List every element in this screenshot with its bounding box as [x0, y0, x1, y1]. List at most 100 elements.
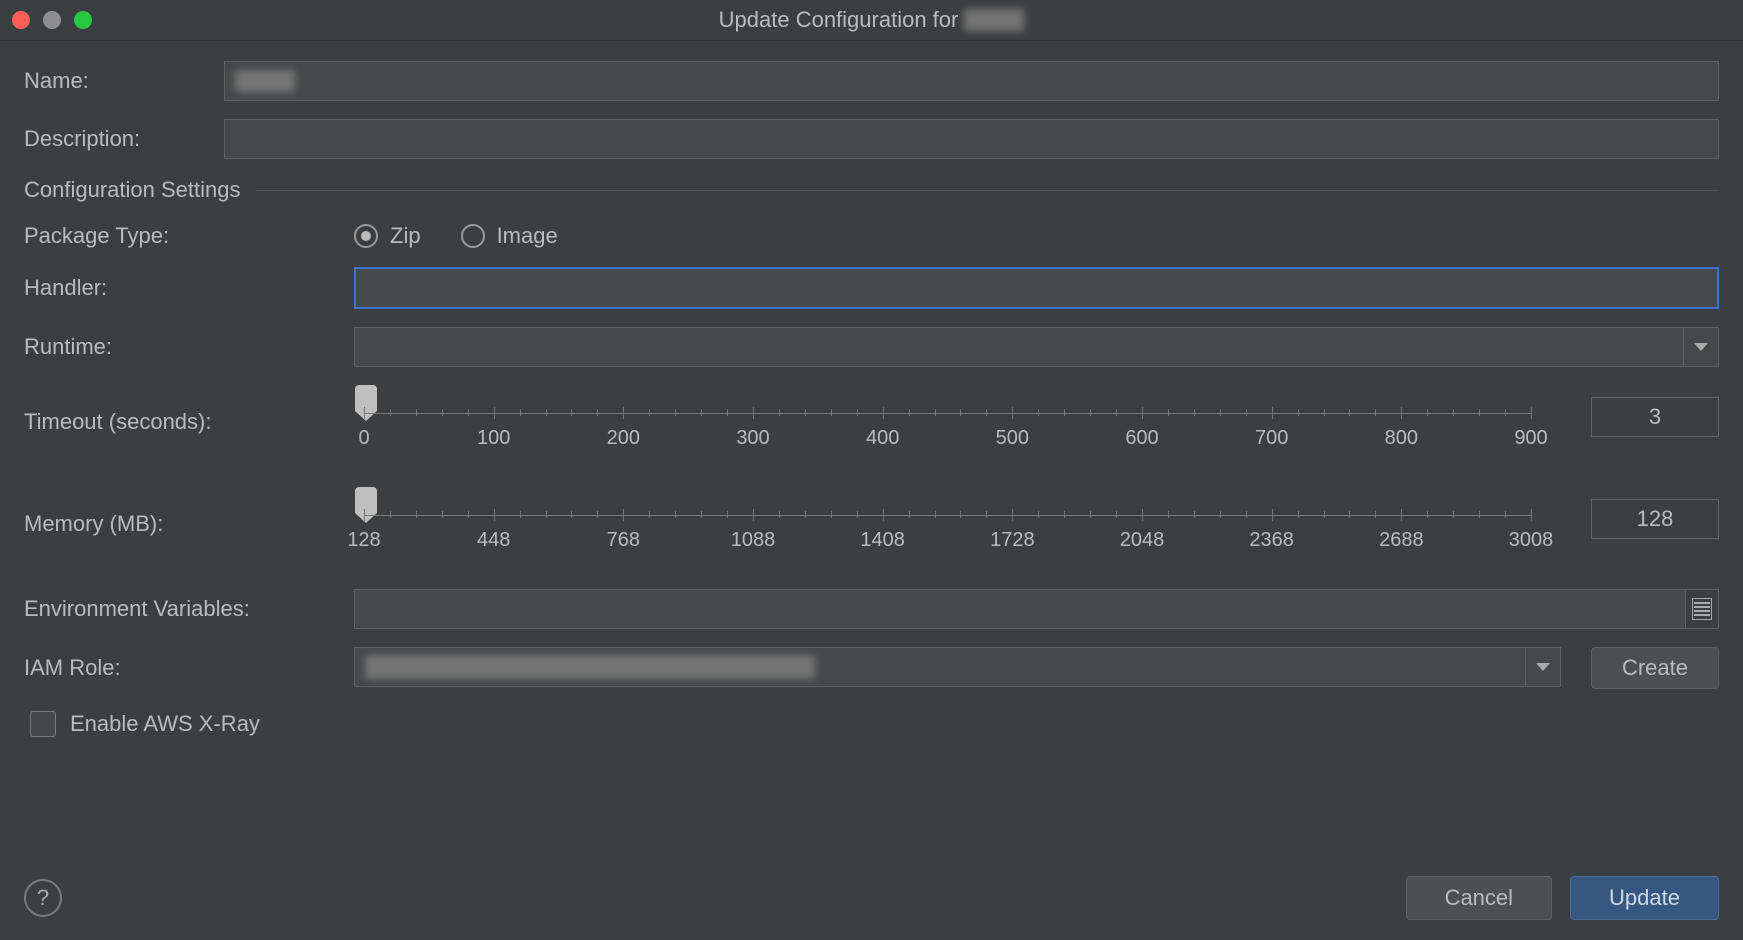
runtime-dropdown-button[interactable]	[1683, 328, 1718, 366]
iam-role-row: IAM Role: Create	[24, 647, 1719, 689]
slider-tick-minor	[520, 511, 521, 518]
slider-tick-minor	[442, 409, 443, 416]
slider-tick-label: 128	[347, 529, 380, 552]
slider-tick-major	[1272, 509, 1273, 521]
env-vars-label: Environment Variables:	[24, 596, 354, 622]
slider-tick-minor	[571, 511, 572, 518]
create-iam-role-button[interactable]: Create	[1591, 647, 1719, 689]
slider-tick-label: 2368	[1249, 529, 1294, 552]
package-type-image-option[interactable]: Image	[461, 223, 558, 249]
xray-row: Enable AWS X-Ray	[30, 711, 1719, 737]
slider-tick-major	[1401, 509, 1402, 521]
slider-tick-label: 800	[1385, 427, 1418, 450]
chevron-down-icon	[1536, 663, 1550, 671]
help-icon: ?	[37, 885, 49, 911]
window-title-target	[964, 9, 1024, 31]
slider-tick-major	[1401, 407, 1402, 419]
help-button[interactable]: ?	[24, 879, 62, 917]
window-zoom-button[interactable]	[74, 11, 92, 29]
update-button-label: Update	[1609, 885, 1680, 911]
window-close-button[interactable]	[12, 11, 30, 29]
slider-tick-minor	[831, 409, 832, 416]
timeout-value: 3	[1649, 404, 1661, 430]
timeout-slider[interactable]: 0100200300400500600700800900	[354, 385, 1541, 459]
configuration-settings-title: Configuration Settings	[24, 177, 240, 203]
slider-tick-minor	[468, 409, 469, 416]
radio-icon-selected	[354, 224, 378, 248]
slider-tick-minor	[390, 409, 391, 416]
xray-checkbox[interactable]	[30, 711, 56, 737]
iam-role-value-redacted	[365, 655, 815, 679]
slider-tick-minor	[468, 511, 469, 518]
iam-role-dropdown-button[interactable]	[1525, 648, 1560, 686]
name-input[interactable]	[224, 61, 1719, 101]
runtime-row: Runtime:	[24, 327, 1719, 367]
slider-tick-major	[494, 509, 495, 521]
slider-tick-minor	[546, 409, 547, 416]
slider-tick-minor	[1194, 511, 1195, 518]
window-title-prefix: Update Configuration for	[719, 7, 959, 33]
slider-tick-major	[1012, 509, 1013, 521]
memory-value: 128	[1637, 506, 1674, 532]
window-minimize-button[interactable]	[43, 11, 61, 29]
slider-tick-minor	[597, 409, 598, 416]
slider-tick-minor	[1479, 511, 1480, 518]
description-label: Description:	[24, 126, 224, 152]
memory-slider-ticks: 1284487681088140817282048236826883008	[364, 507, 1531, 551]
name-row: Name:	[24, 61, 1719, 101]
slider-tick-minor	[1324, 409, 1325, 416]
iam-role-label: IAM Role:	[24, 655, 354, 681]
slider-tick-minor	[1168, 409, 1169, 416]
memory-slider-container: 1284487681088140817282048236826883008 12…	[354, 487, 1719, 561]
slider-tick-label: 0	[358, 427, 369, 450]
update-button[interactable]: Update	[1570, 876, 1719, 920]
runtime-select[interactable]	[354, 327, 1719, 367]
slider-tick-major	[494, 407, 495, 419]
slider-tick-minor	[727, 511, 728, 518]
timeout-row: Timeout (seconds): 010020030040050060070…	[24, 385, 1719, 459]
slider-tick-minor	[857, 409, 858, 416]
description-input[interactable]	[224, 119, 1719, 159]
memory-value-box[interactable]: 128	[1591, 499, 1719, 539]
list-icon	[1692, 598, 1712, 620]
handler-input[interactable]	[354, 267, 1719, 309]
slider-tick-minor	[1194, 409, 1195, 416]
slider-tick-label: 3008	[1509, 529, 1554, 552]
slider-tick-minor	[805, 409, 806, 416]
cancel-button-label: Cancel	[1445, 885, 1513, 911]
memory-slider[interactable]: 1284487681088140817282048236826883008	[354, 487, 1541, 561]
handler-label: Handler:	[24, 275, 354, 301]
slider-tick-minor	[701, 409, 702, 416]
slider-tick-minor	[1427, 409, 1428, 416]
slider-tick-minor	[416, 511, 417, 518]
slider-tick-label: 100	[477, 427, 510, 450]
slider-tick-minor	[1116, 409, 1117, 416]
slider-tick-minor	[597, 511, 598, 518]
slider-tick-major	[623, 407, 624, 419]
timeout-value-box[interactable]: 3	[1591, 397, 1719, 437]
package-type-zip-option[interactable]: Zip	[354, 223, 421, 249]
env-vars-input[interactable]	[354, 589, 1686, 629]
slider-tick-minor	[701, 511, 702, 518]
package-type-radio-group: Zip Image	[354, 223, 558, 249]
slider-tick-minor	[1168, 511, 1169, 518]
slider-tick-label: 400	[866, 427, 899, 450]
slider-tick-minor	[935, 511, 936, 518]
slider-tick-minor	[1220, 511, 1221, 518]
package-type-zip-label: Zip	[390, 223, 421, 249]
slider-tick-minor	[675, 511, 676, 518]
package-type-image-label: Image	[497, 223, 558, 249]
env-vars-edit-button[interactable]	[1686, 589, 1719, 629]
slider-tick-minor	[649, 511, 650, 518]
timeout-label: Timeout (seconds):	[24, 409, 354, 435]
slider-tick-label: 500	[996, 427, 1029, 450]
memory-row: Memory (MB): 128448768108814081728204823…	[24, 487, 1719, 561]
iam-role-select[interactable]	[354, 647, 1561, 687]
slider-tick-label: 2048	[1120, 529, 1165, 552]
slider-tick-minor	[1453, 409, 1454, 416]
slider-tick-major	[623, 509, 624, 521]
slider-tick-label: 900	[1514, 427, 1547, 450]
cancel-button[interactable]: Cancel	[1406, 876, 1552, 920]
slider-tick-label: 1408	[860, 529, 905, 552]
slider-tick-minor	[831, 511, 832, 518]
